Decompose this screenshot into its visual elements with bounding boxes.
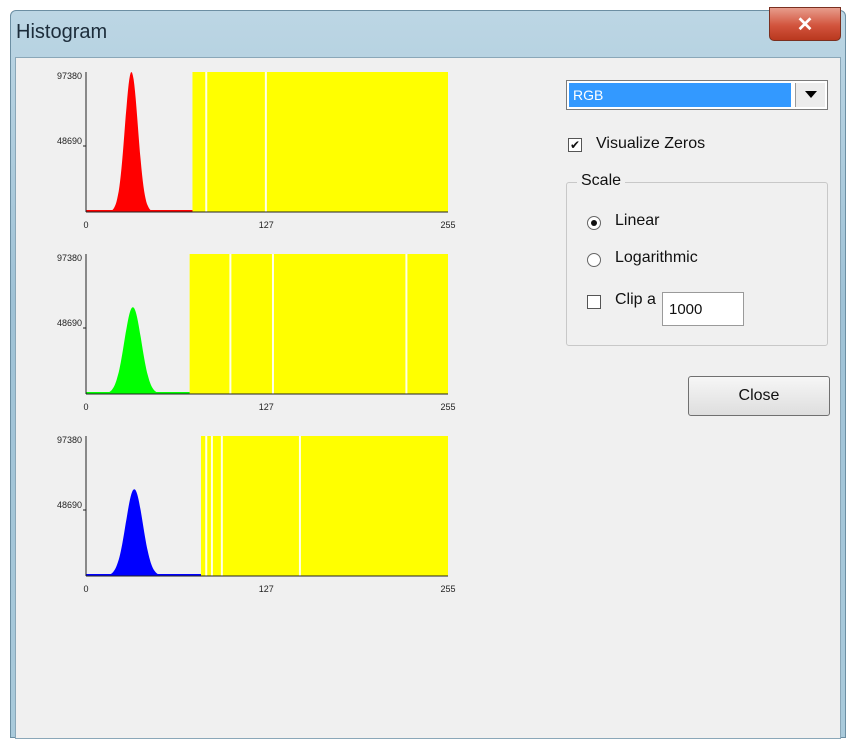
green-y-mid-label: 48690 [57, 318, 82, 328]
red-zero-gap [264, 72, 267, 212]
linear-label: Linear [615, 212, 660, 229]
red-y-max-label: 97380 [57, 71, 82, 81]
blue-zero-gap [210, 436, 213, 576]
blue-zero-gap [298, 436, 301, 576]
clip-label: Clip a [615, 291, 656, 308]
close-icon: ✕ [796, 13, 814, 36]
chevron-down-icon[interactable] [795, 83, 825, 107]
histogram-plots: 97380 48690 0 127 255 97380 48690 0 127 255 97380 4… [57, 71, 456, 594]
logarithmic-label: Logarithmic [615, 249, 698, 266]
histogram-window: Histogram ✕ 97380 48690 0 127 255 97380 48690 0… [10, 7, 846, 739]
clip-value-input[interactable] [662, 292, 744, 326]
blue-y-max-label: 97380 [57, 435, 82, 445]
green-zero-band [189, 254, 448, 394]
green-zero-gap [271, 254, 274, 394]
green-x-tick-label: 255 [440, 402, 455, 412]
blue-histogram-curve [86, 489, 201, 576]
radio-selected-dot [591, 220, 597, 226]
red-histogram-curve [86, 72, 193, 212]
red-y-mid-label: 48690 [57, 136, 82, 146]
blue-y-mid-label: 48690 [57, 500, 82, 510]
title-bar[interactable]: Histogram ✕ [11, 7, 845, 55]
green-histogram-curve [86, 307, 190, 394]
red-x-tick-label: 127 [259, 220, 274, 230]
visualize-zeros-checkbox[interactable]: ✔ [568, 138, 582, 152]
blue-zero-gap [220, 436, 223, 576]
green-x-tick-label: 127 [259, 402, 274, 412]
red-x-tick-label: 0 [83, 220, 88, 230]
clip-checkbox[interactable] [587, 295, 601, 309]
blue-zero-gap [205, 436, 208, 576]
green-x-tick-label: 0 [83, 402, 88, 412]
logarithmic-radio[interactable] [587, 253, 601, 267]
blue-x-tick-label: 255 [440, 584, 455, 594]
red-zero-gap [205, 72, 208, 212]
blue-x-tick-label: 0 [83, 584, 88, 594]
red-x-tick-label: 255 [440, 220, 455, 230]
channel-select-value: RGB [569, 83, 791, 107]
dialog-client-area: 97380 48690 0 127 255 97380 48690 0 127 255 97380 4… [15, 57, 841, 739]
close-button[interactable]: Close [688, 376, 830, 416]
window-close-button[interactable]: ✕ [769, 7, 841, 41]
linear-radio[interactable] [587, 216, 601, 230]
blue-zero-band [200, 436, 448, 576]
window-title: Histogram [16, 21, 108, 43]
green-zero-gap [405, 254, 408, 394]
green-zero-gap [229, 254, 232, 394]
green-y-max-label: 97380 [57, 253, 82, 263]
red-zero-band [192, 72, 448, 212]
scale-group-title: Scale [577, 172, 626, 190]
channel-select[interactable]: RGB [566, 80, 828, 110]
blue-x-tick-label: 127 [259, 584, 274, 594]
visualize-zeros-label: Visualize Zeros [596, 135, 706, 152]
